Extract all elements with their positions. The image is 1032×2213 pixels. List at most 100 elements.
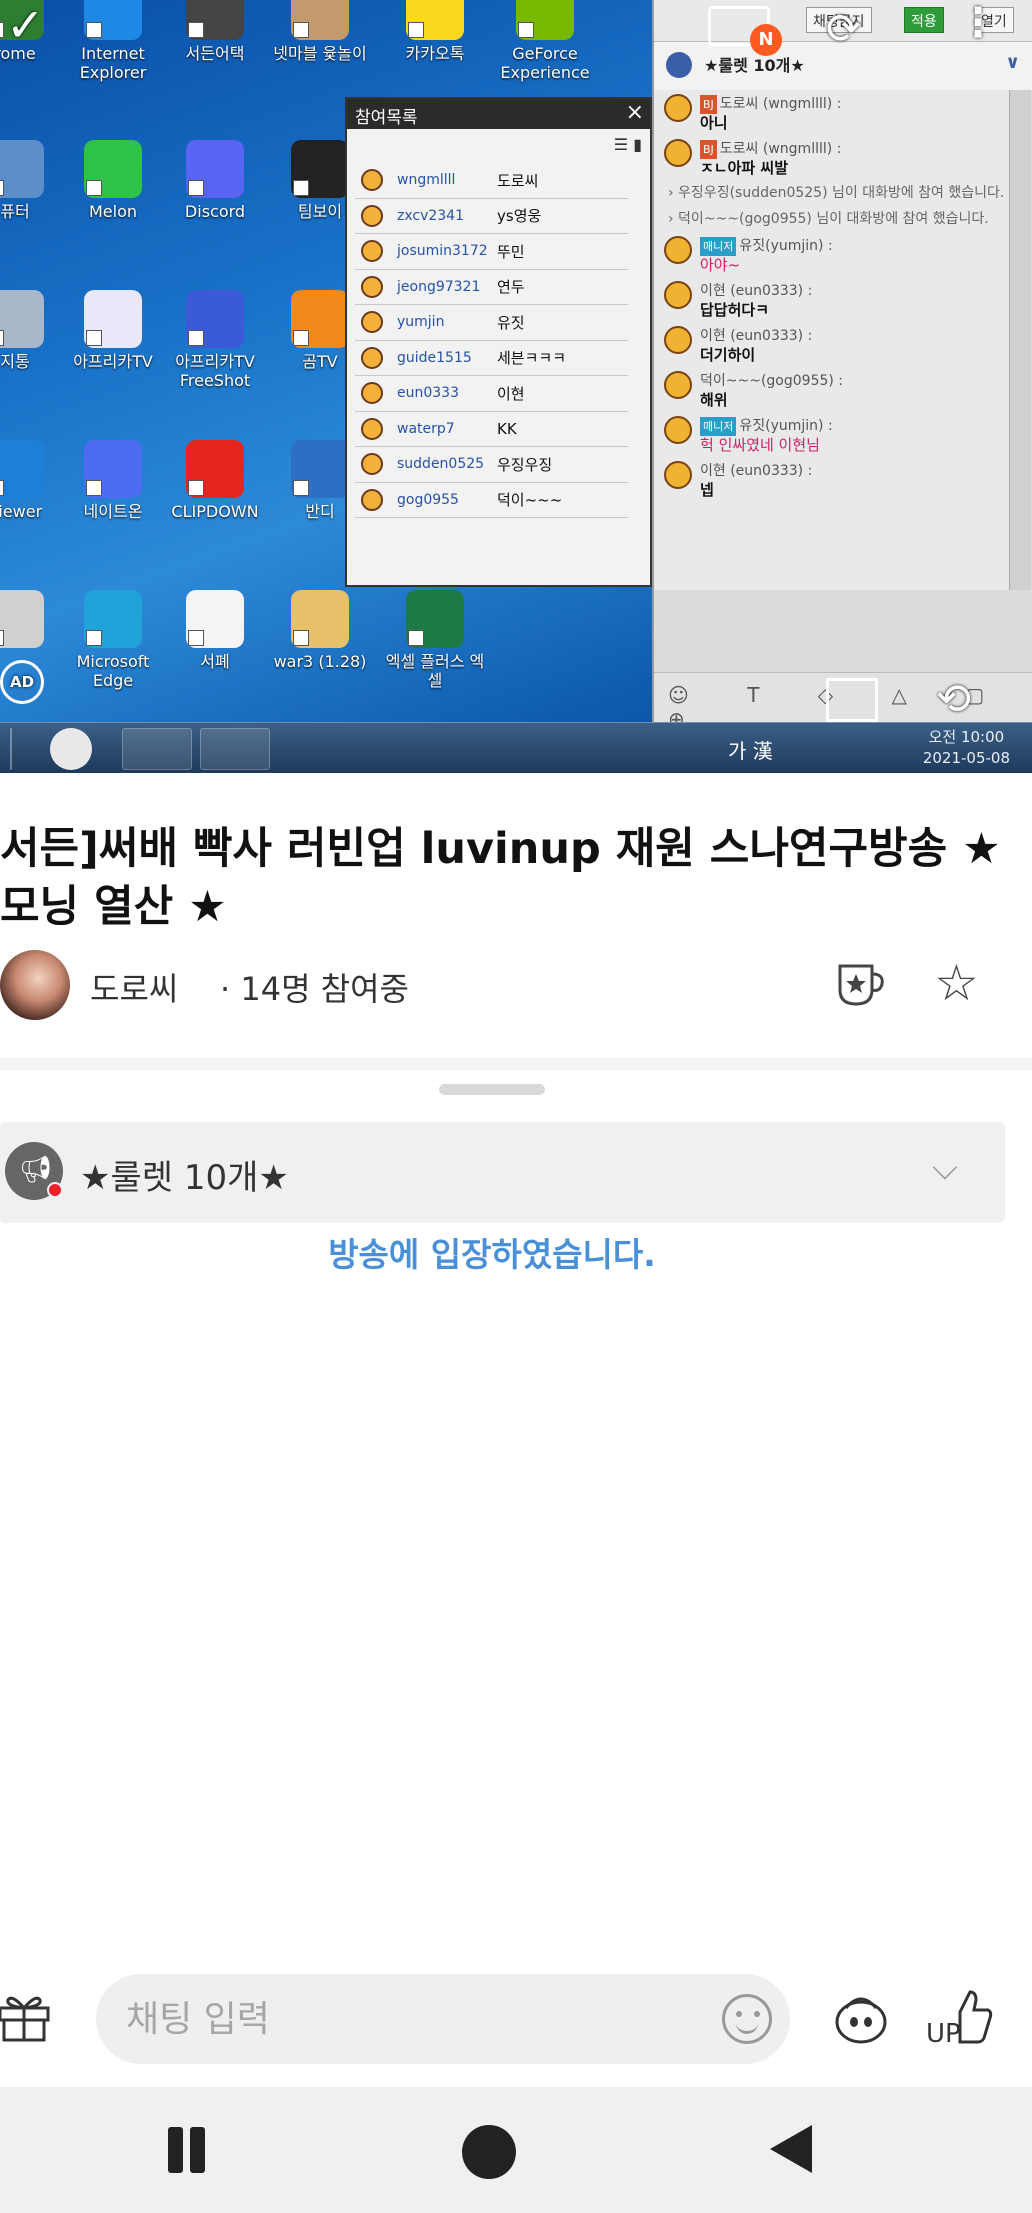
chrome-icon [50, 728, 92, 770]
chat-input-container[interactable] [96, 1974, 790, 2064]
desktop-icon[interactable]: 서폐 [160, 590, 270, 671]
chat-input[interactable] [126, 1994, 686, 2044]
ime-indicator: 가 漢 [728, 739, 773, 763]
chat-text: 해위 [700, 391, 728, 409]
favorite-star-icon[interactable]: ☆ [934, 958, 979, 1008]
desktop-icon[interactable]: 엑셀 플러스 엑셀 [380, 590, 490, 690]
chat-scrollbar [1009, 90, 1031, 590]
chat-message: 매니저 유짓(yumjin) : 아야~ [664, 236, 1009, 275]
avatar[interactable] [0, 950, 70, 1020]
app-icon [0, 590, 44, 648]
rotate-icon[interactable]: ⟲ [936, 674, 971, 723]
notice-bar[interactable]: 📢︎ ★룰렛 10개★ ⌵ [0, 1122, 1005, 1223]
participant-id: wngmllll [397, 172, 456, 189]
desktop-icon-label: 서폐 [200, 652, 230, 671]
taskbar-app [10, 728, 12, 770]
notice-dot [47, 1182, 63, 1198]
participant-id: eun0333 [397, 385, 459, 402]
chat-sender: 유짓(yumjin) : [739, 238, 833, 254]
desktop-icon[interactable]: GeForce Experience [490, 0, 600, 82]
participant-id: yumjin [397, 314, 445, 331]
streamer-name[interactable]: 도로씨 [90, 964, 178, 1010]
app-icon [84, 0, 142, 40]
more-vertical-icon[interactable]: ⋮ [958, 0, 998, 46]
taskbar-app [122, 728, 192, 770]
chat-sender: 이현 (eun0333) : [700, 463, 813, 479]
chat-message: 이현 (eun0333) : 넵 [664, 461, 1009, 500]
participant-row: wngmllll 도로씨 [355, 163, 628, 199]
desktop-icon[interactable]: 네이트온 [58, 440, 168, 521]
back-button[interactable] [770, 2125, 812, 2173]
chat-text: 넵 [700, 481, 714, 499]
participant-id: gog0955 [397, 491, 459, 508]
participant-row: sudden0525 우징우징 [355, 447, 628, 483]
home-button[interactable] [462, 2125, 516, 2179]
desktop-icon-label: GeForce Experience [500, 44, 590, 82]
chat-sender: 이현 (eun0333) : [700, 283, 813, 299]
desktop-icon-label: 카카오톡 [405, 44, 465, 63]
desktop-icon[interactable]: 서든어택 [160, 0, 270, 63]
desktop-icon[interactable]: 아프리카TV FreeShot [160, 290, 270, 390]
desktop-icon[interactable]: Internet Explorer [58, 0, 168, 82]
chat-text: 아니 [700, 114, 728, 132]
notice-text: ★룰렛 10개★ [80, 1158, 289, 1198]
participant-row: waterp7 KK [355, 412, 628, 447]
sort-icon: ☰ [613, 135, 629, 154]
refresh-icon[interactable]: ⟳ [826, 4, 861, 53]
star-balloon-icon[interactable] [832, 1988, 890, 2046]
app-icon [84, 590, 142, 648]
chat-sender: 유짓(yumjin) : [739, 418, 833, 434]
windows-taskbar: 가 漢 오전 10:00 2021-05-08 [0, 722, 1032, 773]
desktop-icon[interactable]: 카카오톡 [380, 0, 490, 63]
user-face-icon [664, 326, 692, 354]
chat-message: 이현 (eun0333) : 더기하이 [664, 326, 1009, 365]
app-icon [0, 140, 44, 198]
app-icon [186, 590, 244, 648]
participants-titlebar: 참여목록 × [347, 99, 650, 129]
participant-nick: ys영웅 [497, 207, 542, 226]
desktop-icon[interactable]: 넷마블 윷놀이 [265, 0, 375, 63]
desktop-icon-label: 엑셀 플러스 엑셀 [385, 652, 485, 690]
emoji-icon[interactable] [722, 1994, 772, 2044]
recent-apps-button[interactable] [168, 2127, 208, 2173]
user-face-icon [361, 488, 383, 511]
desktop-icon[interactable]: 아프리카TV [58, 290, 168, 371]
user-face-icon [361, 275, 383, 298]
desktop-icon[interactable]: Microsoft Edge [58, 590, 168, 690]
desktop-icon[interactable]: war3 (1.28) [265, 590, 375, 671]
entered-message: 방송에 입장하였습니다. [328, 1235, 656, 1274]
stream-video[interactable]: romeInternet Explorer서든어택넷마블 윷놀이카카오톡GeFo… [0, 0, 1032, 773]
desktop-icon-label: Internet Explorer [79, 44, 147, 82]
participants-title: 참여목록 [355, 108, 418, 128]
gift-icon[interactable] [0, 1988, 52, 2044]
role-badge: BJ [700, 140, 717, 159]
participant-id: waterp7 [397, 420, 455, 437]
broadcast-meta: 도로씨 · 14명 참여중 ☆ [0, 950, 1032, 1024]
app-icon [186, 290, 244, 348]
chat-message: 이현 (eun0333) : 답답허다ㅋ [664, 281, 1009, 320]
user-face-icon [361, 453, 383, 476]
ad-button[interactable]: AD [0, 660, 44, 704]
drag-handle[interactable] [439, 1084, 545, 1095]
checkmark-icon[interactable]: ✓ [6, 0, 45, 52]
chat-log: BJ 도로씨 (wngmllll) : 아니 BJ 도로씨 (wngmllll) : ㅈㄴ… [654, 90, 1009, 590]
clock-date: 2021-05-08 [922, 749, 1010, 767]
app-icon [84, 440, 142, 498]
up-thumbs-icon[interactable]: UP [926, 1988, 994, 2048]
pip-icon[interactable] [826, 678, 878, 722]
desktop-icon[interactable]: CLIPDOWN [160, 440, 270, 521]
role-badge: 매니저 [700, 237, 737, 256]
desktop-icon[interactable]: Melon [58, 140, 168, 221]
chat-text: ㅈㄴ아파 씨발 [700, 159, 789, 177]
user-face-icon [664, 236, 692, 264]
fan-cup-icon[interactable] [834, 960, 886, 1008]
desktop-icon[interactable]: Discord [160, 140, 270, 221]
notification-badge: N [750, 24, 782, 56]
system-message: › 우징우징(sudden0525) 님이 대화방에 참여 했습니다. [668, 185, 1005, 201]
desktop-icon-label: Microsoft Edge [76, 652, 150, 690]
chevron-down-icon[interactable]: ⌵ [932, 1148, 958, 1188]
clock-time: 오전 10:00 [928, 728, 1005, 746]
participant-row: guide1515 세븐ㅋㅋㅋ [355, 341, 628, 376]
participant-row: zxcv2341 ys영웅 [355, 199, 628, 234]
chat-text: 답답허다ㅋ [700, 301, 770, 319]
